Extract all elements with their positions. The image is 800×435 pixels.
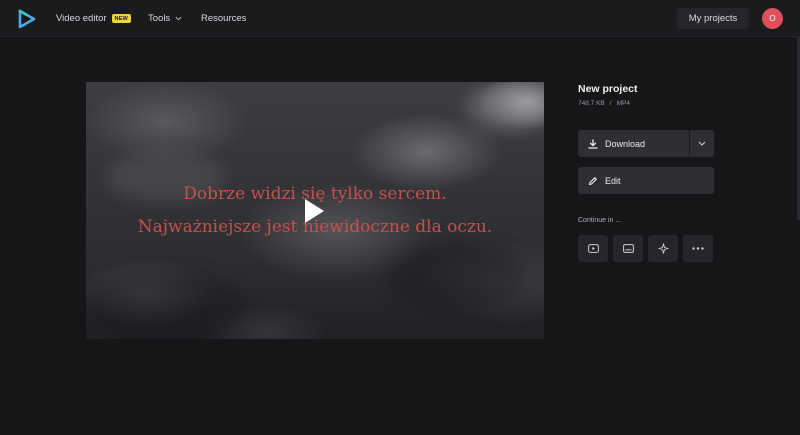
cloud-decoration [466, 82, 544, 132]
edit-label: Edit [605, 175, 621, 186]
nav-resources-label: Resources [201, 13, 247, 24]
file-type: MP4 [616, 100, 630, 107]
continue-more-button[interactable] [683, 235, 713, 262]
continue-youtube-button[interactable] [578, 235, 608, 262]
file-info-separator: / [609, 100, 612, 107]
nav-video-editor-label: Video editor [56, 13, 107, 24]
download-icon [588, 138, 598, 149]
download-button[interactable]: Download [578, 130, 714, 157]
nav-resources[interactable]: Resources [201, 13, 246, 24]
nav-tools-label: Tools [148, 13, 171, 24]
nav-tools[interactable]: Tools [148, 13, 182, 24]
pencil-icon [588, 176, 597, 185]
project-title: New project [578, 83, 638, 95]
edit-button[interactable]: Edit [578, 167, 714, 194]
avatar[interactable]: O [762, 8, 783, 29]
nav-video-editor[interactable]: Video editor NEW [56, 13, 131, 24]
top-bar: Video editor NEW Tools Resources My proj… [0, 0, 800, 37]
sparkle-icon [657, 243, 669, 254]
chevron-down-icon [175, 16, 182, 21]
new-badge: NEW [111, 14, 131, 23]
play-icon[interactable] [303, 198, 325, 224]
cloud-decoration [386, 242, 526, 312]
cloud-decoration [86, 272, 246, 339]
subtitles-icon [622, 244, 634, 253]
file-size: 748.7 KB [578, 100, 605, 107]
more-icon [692, 247, 704, 250]
youtube-icon [587, 244, 599, 253]
download-options-toggle[interactable] [689, 130, 714, 157]
my-projects-button[interactable]: My projects [677, 8, 749, 29]
continue-in-label: Continue in ... [578, 217, 622, 224]
video-player[interactable]: Dobrze widzi się tylko sercem. Najważnie… [86, 82, 544, 339]
continue-subtitles-button[interactable] [613, 235, 643, 262]
continue-magic-button[interactable] [648, 235, 678, 262]
app-logo-icon[interactable] [17, 9, 37, 29]
download-label: Download [605, 138, 646, 149]
chevron-down-icon [698, 141, 706, 146]
file-info: 748.7 KB / MP4 [578, 100, 630, 107]
